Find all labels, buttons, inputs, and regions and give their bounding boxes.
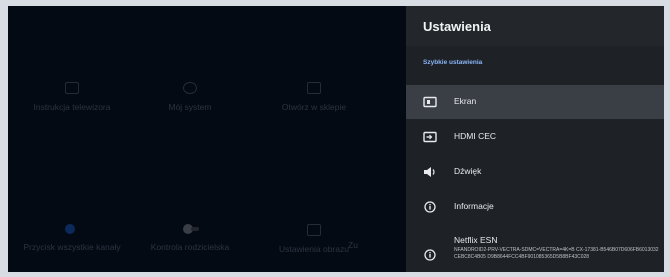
menu-item-info[interactable]: Informacje [406,190,664,224]
menu-item-label: Informacje [454,201,494,211]
bg-tile-label: Przycisk wszystkie kanały [23,242,121,252]
home-icon [183,82,197,94]
panel-title: Ustawienia [423,19,491,34]
home-background: Instrukcja telewizora Mój system Otwórz … [8,6,406,272]
bg-tile-label: Otwórz w sklepie [281,102,347,112]
esn-label: Netflix ESN [454,235,498,245]
tv-screen: Instrukcja telewizora Mój system Otwórz … [8,6,664,272]
bg-tile-all-channels: Przycisk wszystkie kanały [12,224,132,253]
tv-frame: Instrukcja telewizora Mój system Otwórz … [0,0,670,277]
bg-tile-label: Mój system [168,102,212,112]
display-icon [423,96,437,108]
section-label: Szybkie ustawienia [423,59,483,66]
bg-tile-partial: Zu [348,240,406,251]
bg-tile-parental: Kontrola rodzicielska [130,224,250,253]
speaker-icon [424,167,435,177]
picture-icon [307,224,321,236]
panel-header: Ustawienia [406,6,664,46]
bg-tile-store: Otwórz w sklepie [254,82,374,113]
bg-tile-label: Ustawienia obrazu [279,244,349,254]
settings-panel: Ustawienia Szybkie ustawienia Ekran HDMI… [406,6,664,272]
toggle-on-icon [61,224,83,234]
store-icon [307,82,321,94]
bg-tile-label: Instrukcja telewizora [33,102,111,112]
input-icon [423,131,437,143]
menu-item-label: HDMI CEC [454,131,497,141]
bg-tile-label: Zu [348,240,358,250]
tv-icon [65,82,79,94]
menu-item-hdmi-cec[interactable]: HDMI CEC [406,120,664,154]
toggle-off-icon [179,224,201,234]
bg-tile-label: Kontrola rodzicielska [150,242,230,252]
bg-tile-tv-guide: Instrukcja telewizora [12,82,132,113]
menu-item-screen[interactable]: Ekran [406,85,664,119]
esn-value: NFANDROID2-PRV-VECTRA-SDMC=VECTRA=4K=B C… [454,247,659,260]
menu-item-label: Ekran [454,96,477,106]
bg-tile-my-system: Mój system [130,82,250,113]
menu-item-sound[interactable]: Dźwięk [406,155,664,189]
menu-item-label: Dźwięk [454,166,482,176]
info-icon [424,249,436,261]
info-icon [424,201,436,213]
